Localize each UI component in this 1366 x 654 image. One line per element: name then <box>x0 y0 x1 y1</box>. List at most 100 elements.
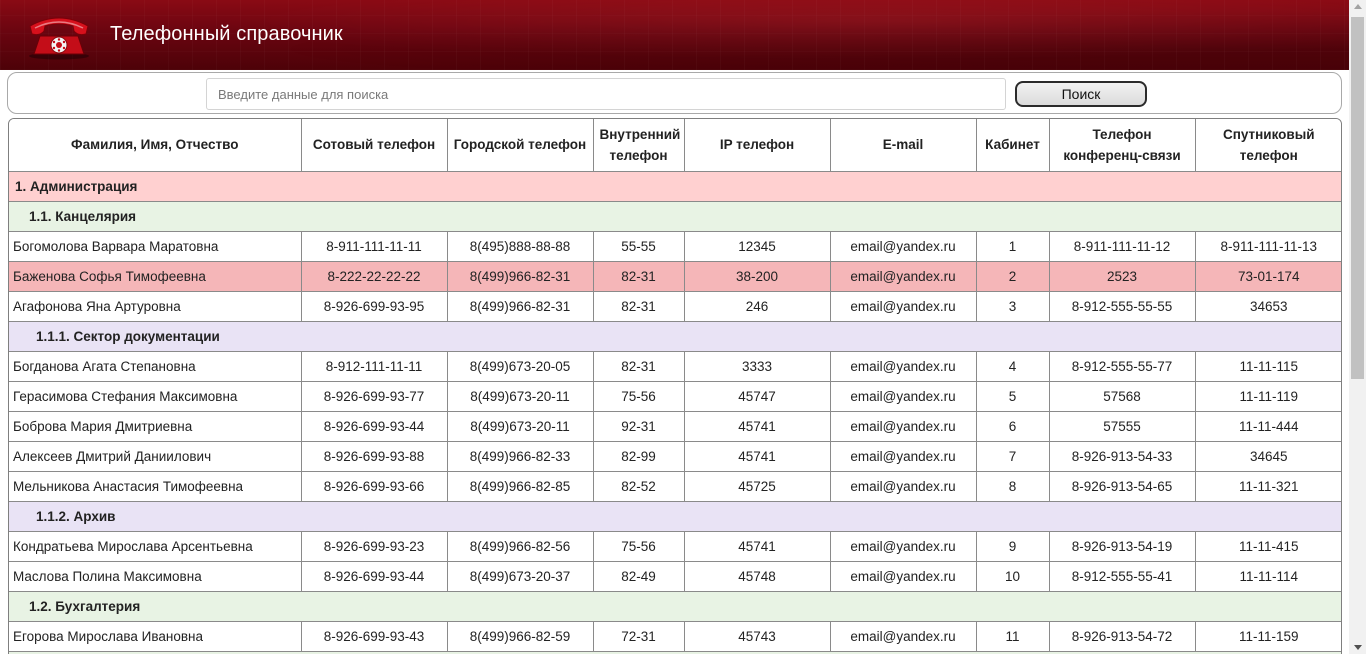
column-header-internal-phone: Внутренний телефон <box>592 119 685 172</box>
cell-office: 1 <box>975 230 1050 262</box>
directory-table: Фамилия, Имя, Отчество Сотовый телефон Гор… <box>9 119 1341 654</box>
cell-internal-phone: 55-55 <box>592 230 685 262</box>
table-row[interactable]: Боброва Мария Дмитриевна 8-926-699-93-44 8… <box>9 410 1341 442</box>
cell-email: email@yandex.ru <box>829 380 977 412</box>
cell-mobile: 8-926-699-93-77 <box>300 380 448 412</box>
cell-internal-phone: 82-31 <box>592 260 685 292</box>
cell-satellite-phone: 11-11-444 <box>1194 410 1341 442</box>
cell-city-phone: 8(499)966-82-59 <box>446 620 594 652</box>
cell-conference-phone: 57568 <box>1048 380 1196 412</box>
cell-email: email@yandex.ru <box>829 260 977 292</box>
table-row[interactable]: Агафонова Яна Артуровна 8-926-699-93-95 8(… <box>9 290 1341 322</box>
cell-email: email@yandex.ru <box>829 560 977 592</box>
cell-name: Богомолова Варвара Маратовна <box>9 230 302 262</box>
cell-ip-phone: 12345 <box>683 230 831 262</box>
cell-city-phone: 8(499)673-20-05 <box>446 350 594 382</box>
cell-email: email@yandex.ru <box>829 230 977 262</box>
cell-city-phone: 8(499)673-20-11 <box>446 380 594 412</box>
group-title: 1.1.2. Архив <box>9 500 1341 532</box>
cell-conference-phone: 8-912-555-55-41 <box>1048 560 1196 592</box>
cell-satellite-phone: 11-11-321 <box>1194 470 1341 502</box>
table-row[interactable]: Егорова Мирослава Ивановна 8-926-699-93-4… <box>9 620 1341 652</box>
cell-ip-phone: 45747 <box>683 380 831 412</box>
app-title: Телефонный справочник <box>110 23 343 45</box>
cell-satellite-phone: 11-11-159 <box>1194 620 1341 652</box>
cell-name: Егорова Мирослава Ивановна <box>9 620 302 652</box>
cell-office: 8 <box>975 470 1050 502</box>
table-row[interactable]: Герасимова Стефания Максимовна 8-926-699-… <box>9 380 1341 412</box>
cell-email: email@yandex.ru <box>829 470 977 502</box>
search-panel: Поиск <box>7 72 1342 114</box>
group-row[interactable]: 1.1.1. Сектор документации <box>9 320 1341 352</box>
cell-mobile: 8-926-699-93-23 <box>300 530 448 562</box>
cell-city-phone: 8(499)966-82-85 <box>446 470 594 502</box>
group-row[interactable]: 1. Администрация <box>9 170 1341 202</box>
cell-conference-phone: 8-911-111-11-12 <box>1048 230 1196 262</box>
group-title: 1.1.1. Сектор документации <box>9 320 1341 352</box>
group-row[interactable]: 1.1. Канцелярия <box>9 200 1341 232</box>
cell-mobile: 8-912-111-11-11 <box>300 350 448 382</box>
search-button[interactable]: Поиск <box>1015 81 1147 107</box>
cell-city-phone: 8(499)966-82-56 <box>446 530 594 562</box>
cell-satellite-phone: 11-11-115 <box>1194 350 1341 382</box>
cell-satellite-phone: 8-911-111-11-13 <box>1194 230 1341 262</box>
cell-mobile: 8-222-22-22-22 <box>300 260 448 292</box>
scroll-down-arrow-icon[interactable] <box>1354 645 1362 650</box>
cell-office: 5 <box>975 380 1050 412</box>
search-input[interactable] <box>206 78 1006 110</box>
cell-city-phone: 8(499)966-82-31 <box>446 260 594 292</box>
cell-office: 10 <box>975 560 1050 592</box>
page-scrollbar[interactable] <box>1349 0 1366 654</box>
cell-ip-phone: 45741 <box>683 530 831 562</box>
cell-internal-phone: 82-31 <box>592 290 685 322</box>
column-header-city-phone: Городской телефон <box>446 119 594 172</box>
cell-ip-phone: 45743 <box>683 620 831 652</box>
cell-mobile: 8-911-111-11-11 <box>300 230 448 262</box>
cell-conference-phone: 8-926-913-54-65 <box>1048 470 1196 502</box>
scrollbar-thumb[interactable] <box>1351 17 1364 379</box>
cell-mobile: 8-926-699-93-44 <box>300 410 448 442</box>
cell-name: Богданова Агата Степановна <box>9 350 302 382</box>
table-row[interactable]: Богданова Агата Степановна 8-912-111-11-1… <box>9 350 1341 382</box>
cell-conference-phone: 8-926-913-54-72 <box>1048 620 1196 652</box>
cell-satellite-phone: 11-11-415 <box>1194 530 1341 562</box>
cell-email: email@yandex.ru <box>829 410 977 442</box>
column-header-mobile: Сотовый телефон <box>300 119 448 172</box>
cell-office: 3 <box>975 290 1050 322</box>
column-header-satellite-phone: Спутниковый телефон <box>1194 119 1341 172</box>
cell-name: Кондратьева Мирослава Арсентьевна <box>9 530 302 562</box>
table-row[interactable]: Баженова Софья Тимофеевна 8-222-22-22-22 8… <box>9 260 1341 292</box>
cell-city-phone: 8(499)966-82-31 <box>446 290 594 322</box>
group-title: 1. Администрация <box>9 170 1341 202</box>
table-row[interactable]: Богомолова Варвара Маратовна 8-911-111-11… <box>9 230 1341 262</box>
cell-ip-phone: 45741 <box>683 410 831 442</box>
scroll-up-arrow-icon[interactable] <box>1354 4 1362 9</box>
cell-email: email@yandex.ru <box>829 440 977 472</box>
cell-office: 4 <box>975 350 1050 382</box>
table-row[interactable]: Маслова Полина Максимовна 8-926-699-93-44… <box>9 560 1341 592</box>
table-row[interactable]: Алексеев Дмитрий Даниилович 8-926-699-93-… <box>9 440 1341 472</box>
cell-email: email@yandex.ru <box>829 350 977 382</box>
cell-name: Алексеев Дмитрий Даниилович <box>9 440 302 472</box>
app-header: Телефонный справочник <box>0 0 1349 70</box>
cell-internal-phone: 92-31 <box>592 410 685 442</box>
cell-satellite-phone: 73-01-174 <box>1194 260 1341 292</box>
phonebook-page: Телефонный справочник Поиск Фамилия, Имя… <box>0 0 1366 654</box>
table-row[interactable]: Мельникова Анастасия Тимофеевна 8-926-699… <box>9 470 1341 502</box>
group-title: 1.1. Канцелярия <box>9 200 1341 232</box>
cell-name: Маслова Полина Максимовна <box>9 560 302 592</box>
table-row[interactable]: Кондратьева Мирослава Арсентьевна 8-926-6… <box>9 530 1341 562</box>
directory-table-container: Фамилия, Имя, Отчество Сотовый телефон Гор… <box>8 118 1342 654</box>
cell-name: Мельникова Анастасия Тимофеевна <box>9 470 302 502</box>
cell-ip-phone: 3333 <box>683 350 831 382</box>
group-row[interactable]: 1.2. Бухгалтерия <box>9 590 1341 622</box>
cell-office: 7 <box>975 440 1050 472</box>
cell-ip-phone: 45725 <box>683 470 831 502</box>
cell-internal-phone: 82-31 <box>592 350 685 382</box>
cell-satellite-phone: 11-11-114 <box>1194 560 1341 592</box>
group-row[interactable]: 1.1.2. Архив <box>9 500 1341 532</box>
cell-name: Баженова Софья Тимофеевна <box>9 260 302 292</box>
column-header-ip-phone: IP телефон <box>683 119 831 172</box>
cell-internal-phone: 75-56 <box>592 530 685 562</box>
cell-conference-phone: 2523 <box>1048 260 1196 292</box>
